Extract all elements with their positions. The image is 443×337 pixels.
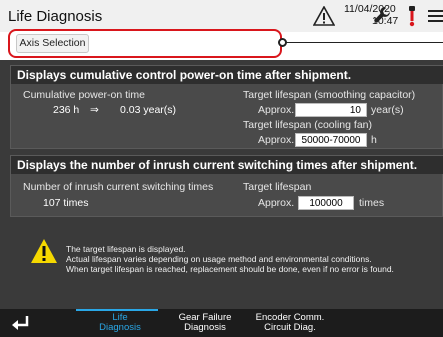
warning-icon[interactable] [313,6,335,26]
power-on-panel: Displays cumulative control power-on tim… [10,65,443,149]
axis-numbers: Net No. : 1 St. No. : 1 Axis No. : 1 [100,34,264,45]
axis-no-label: Axis No. : [215,34,257,45]
back-arrow-icon[interactable] [9,313,31,333]
inrush-target-label: Target lifespan [243,181,312,193]
axis-name-value: Axis name 1 [147,47,200,58]
approx-label: Approx. [258,104,295,116]
panel-heading: Displays cumulative control power-on tim… [11,66,443,84]
fan-target-label: Target lifespan (cooling fan) [243,119,372,131]
callout-dot [278,38,287,47]
wrench-icon[interactable] [373,6,391,24]
axis-no-value: 1 [259,34,265,45]
callout-line [282,42,443,43]
tool-icon[interactable] [405,5,419,27]
tab-gear-failure-diagnosis[interactable]: Gear Failure Diagnosis [170,313,240,333]
tab-encoder-comm-circuit-diag[interactable]: Encoder Comm. Circuit Diag. [252,313,328,333]
panel-heading: Displays the number of inrush current sw… [11,156,443,174]
main-content: Displays cumulative control power-on tim… [0,60,443,309]
approx-label: Approx. [258,197,295,209]
net-no-label: Net No. : [100,34,138,45]
tab-label: Diagnosis [184,322,226,333]
arrow-icon: ⇒ [90,104,99,116]
active-tab-indicator [76,309,158,311]
fan-target-value: 50000-70000 [295,133,367,147]
notice-line: When target lifespan is reached, replace… [66,264,394,274]
header-bar: Life Diagnosis 11/04/2020 10:47 [0,0,443,32]
life-diagnosis-screen: Life Diagnosis 11/04/2020 10:47 Displays… [0,0,443,337]
axis-name: Axis Name : Axis name 1 [94,47,200,58]
inrush-target-value: 100000 [298,196,354,210]
fan-target-unit: h [371,134,377,146]
page-title: Life Diagnosis [8,8,103,25]
cumulative-label: Cumulative power-on time [23,89,145,101]
smoothing-target-unit: year(s) [371,104,404,116]
smoothing-target-label: Target lifespan (smoothing capacitor) [243,89,416,101]
caution-icon [31,239,57,263]
st-no-value: 1 [196,34,202,45]
axis-selection-button[interactable]: Axis Selection [16,34,89,53]
axis-name-label: Axis Name : [94,47,148,58]
power-on-hours: 236 h [53,104,80,116]
net-no-value: 1 [140,34,146,45]
inrush-count-label: Number of inrush current switching times [23,181,214,193]
notice-line: Actual lifespan varies depending on usag… [66,254,372,264]
tab-life-diagnosis[interactable]: Life Diagnosis [96,313,144,333]
inrush-panel: Displays the number of inrush current sw… [10,155,443,217]
notice-line: The target lifespan is displayed. [66,244,186,254]
notice-text: The target lifespan is displayed. Actual… [66,244,394,274]
approx-label: Approx. [258,134,295,146]
tab-label: Diagnosis [99,322,141,333]
inrush-count-value: 107 times [43,197,89,209]
power-on-years: 0.03 year(s) [120,104,177,116]
axis-selection-bar: Axis Selection Net No. : 1 St. No. : 1 A… [8,29,282,58]
tab-label: Circuit Diag. [264,322,316,333]
bottom-nav: Life Diagnosis Gear Failure Diagnosis En… [0,309,443,337]
menu-icon[interactable] [428,10,443,22]
inrush-target-unit: times [359,197,385,209]
smoothing-target-value: 10 [295,103,367,117]
st-no-label: St. No. : [159,34,195,45]
